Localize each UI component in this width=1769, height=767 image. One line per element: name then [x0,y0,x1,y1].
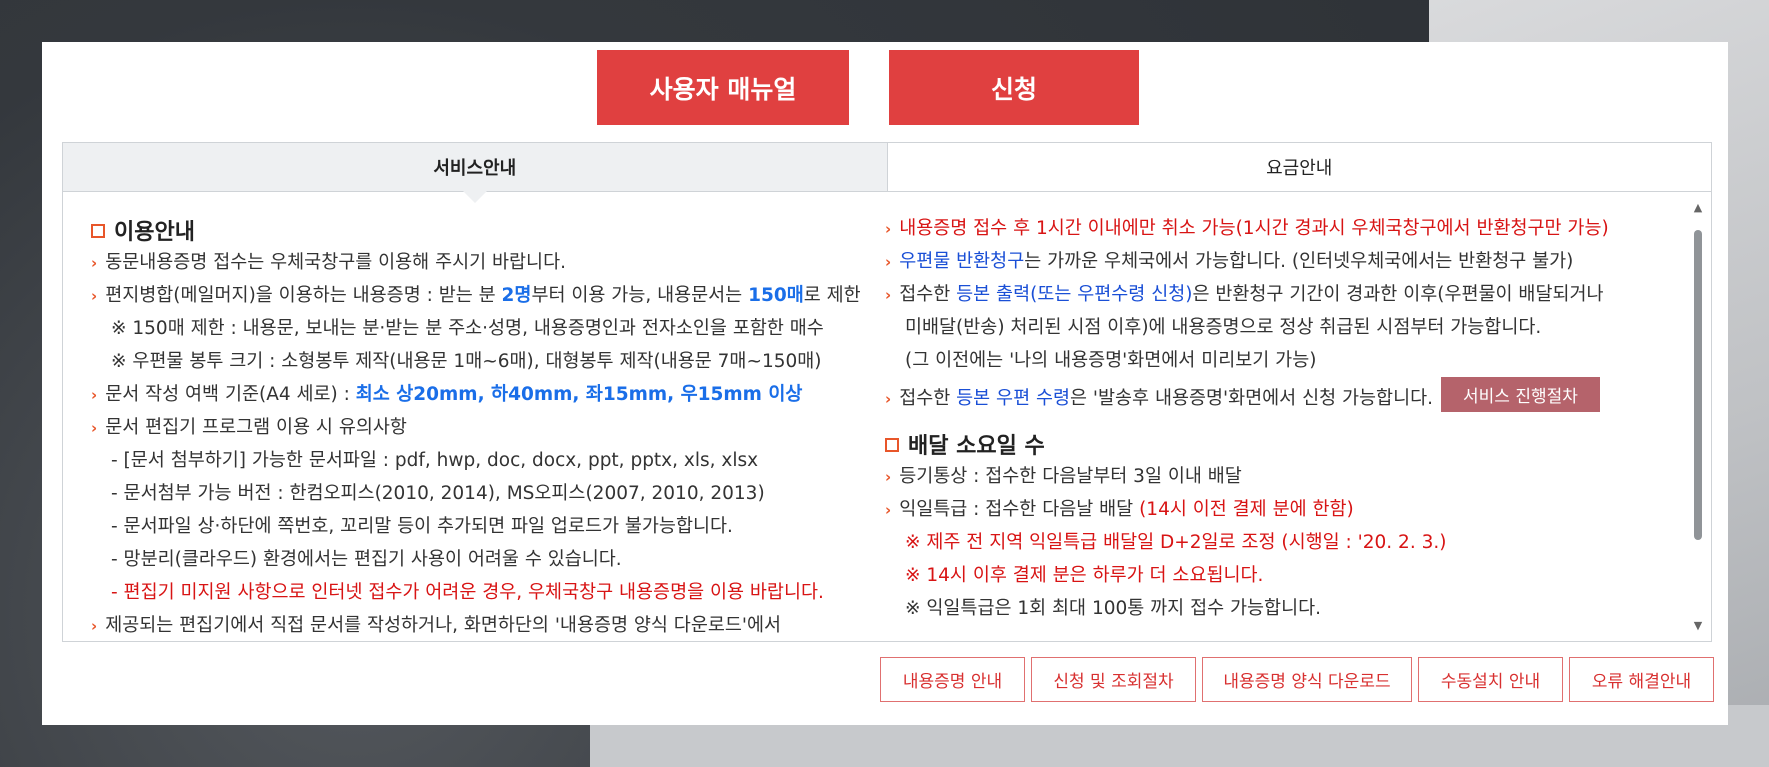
chevron-right-icon: › [91,419,98,437]
list-item: › 편지병합(메일머지)을 이용하는 내용증명 : 받는 분 2명부터 이용 가능… [91,285,861,306]
tab-content: 이용안내 › 동문내용증명 접수는 우체국창구를 이용해 주시기 바랍니다. › 편… [62,192,1712,642]
chevron-right-icon: › [91,617,98,635]
service-process-button[interactable]: 서비스 진행절차 [1441,377,1600,412]
list-note: (그 이전에는 '나의 내용증명'화면에서 미리보기 가능) [905,350,1317,371]
tab-service-info[interactable]: 서비스안내 [63,143,888,191]
square-bullet-icon [91,224,105,238]
warning-note: - 편집기 미지원 사항으로 인터넷 접수가 어려운 경우, 우체국창구 내용증… [111,582,824,603]
scroll-up-icon[interactable]: ▲ [1691,202,1705,214]
list-item: › 동문내용증명 접수는 우체국창구를 이용해 주시기 바랍니다. [91,252,566,273]
tab-bar: 서비스안내 요금안내 [62,142,1712,192]
manual-install-button[interactable]: 수동설치 안내 [1418,657,1563,702]
warning-note: ※ 14시 이후 결제 분은 하루가 더 소요됩니다. [905,565,1264,586]
chevron-right-icon: › [885,501,892,519]
list-item: › 등기통상 : 접수한 다음날부터 3일 이내 배달 [885,466,1242,487]
user-manual-button[interactable]: 사용자 매뉴얼 [597,50,849,125]
bottom-button-bar: 내용증명 안내 신청 및 조회절차 내용증명 양식 다운로드 수동설치 안내 오… [880,657,1714,702]
scrollbar-thumb[interactable] [1694,230,1702,540]
list-note: - 망분리(클라우드) 환경에서는 편집기 사용이 어려울 수 있습니다. [111,549,622,570]
warning-note: ※ 제주 전 지역 익일특급 배달일 D+2일로 조정 (시행일 : '20. … [905,532,1447,553]
apply-button[interactable]: 신청 [889,50,1139,125]
list-item: › 접수한 등본 우편 수령은 '발송후 내용증명'화면에서 신청 가능합니다. 서… [885,377,1600,414]
list-item: › 익일특급 : 접수한 다음날 배달 (14시 이전 결제 분에 한함) [885,499,1354,520]
list-item: › 접수한 등본 출력(또는 우편수령 신청)은 반환청구 기간이 경과한 이후(… [885,284,1604,305]
usage-section-title: 이용안내 [91,214,195,246]
certified-mail-info-button[interactable]: 내용증명 안내 [880,657,1025,702]
square-bullet-icon [885,438,899,452]
list-note: 미배달(반송) 처리된 시점 이후)에 내용증명으로 정상 취급된 시점부터 가… [905,317,1542,338]
chevron-right-icon: › [91,386,98,404]
template-download-button[interactable]: 내용증명 양식 다운로드 [1202,657,1412,702]
tab-fee-info[interactable]: 요금안내 [888,143,1712,191]
list-note: ※ 익일특급은 1회 최대 100통 까지 접수 가능합니다. [905,598,1321,619]
list-item: › 제공되는 편집기에서 직접 문서를 작성하거나, 화면하단의 '내용증명 양식… [91,615,782,636]
list-item: › 우편물 반환청구는 가까운 우체국에서 가능합니다. (인터넷우체국에서는 반… [885,251,1574,272]
chevron-right-icon: › [885,390,892,408]
chevron-right-icon: › [885,286,892,304]
list-note: - [문서 첨부하기] 가능한 문서파일 : pdf, hwp, doc, do… [111,450,759,471]
list-item: › 문서 편집기 프로그램 이용 시 유의사항 [91,417,407,438]
chevron-right-icon: › [91,254,98,272]
content-scrollbar[interactable]: ▲ ▼ [1691,202,1705,632]
delivery-section-title: 배달 소요일 수 [885,428,1045,460]
list-note: ※ 150매 제한 : 내용문, 보내는 분·받는 분 주소·성명, 내용증명인… [111,318,824,339]
list-note: - 문서파일 상·하단에 쪽번호, 꼬리말 등이 추가되면 파일 업로드가 불가… [111,516,733,537]
list-item: › 내용증명 접수 후 1시간 이내에만 취소 가능(1시간 경과시 우체국창구에… [885,218,1609,239]
chevron-right-icon: › [885,220,892,238]
scroll-down-icon[interactable]: ▼ [1691,620,1705,632]
chevron-right-icon: › [885,253,892,271]
troubleshooting-button[interactable]: 오류 해결안내 [1569,657,1714,702]
list-note: ※ 우편물 봉투 크기 : 소형봉투 제작(내용문 1매~6매), 대형봉투 제… [111,351,822,372]
chevron-right-icon: › [885,468,892,486]
apply-and-inquiry-button[interactable]: 신청 및 조회절차 [1031,657,1196,702]
list-item: › 문서 작성 여백 기준(A4 세로) : 최소 상20mm, 하40mm, 좌… [91,384,803,405]
service-info-panel: 사용자 매뉴얼 신청 서비스안내 요금안내 이용안내 › 동문내용증명 접수는 우… [42,42,1728,725]
chevron-right-icon: › [91,287,98,305]
list-note: - 문서첨부 가능 버전 : 한컴오피스(2010, 2014), MS오피스(… [111,483,765,504]
